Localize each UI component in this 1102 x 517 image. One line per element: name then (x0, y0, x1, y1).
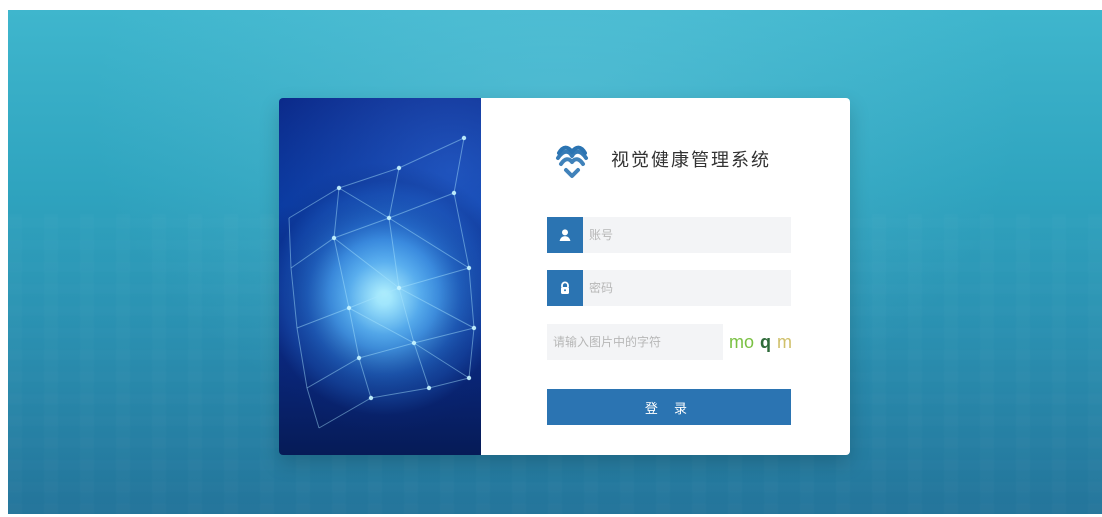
user-icon (559, 229, 571, 241)
login-panel: 视觉健康管理系统 账号 请输入图片中的字符 mo q m 登 录 (481, 98, 850, 455)
brand-header: 视觉健康管理系统 (549, 136, 771, 182)
app-title: 视觉健康管理系统 (611, 150, 771, 171)
heart-logo-icon (556, 145, 588, 178)
captcha-text-part: m (777, 331, 793, 352)
username-input[interactable] (583, 216, 781, 254)
captcha-text-part: mo (729, 331, 755, 352)
username-field[interactable] (547, 216, 791, 254)
password-input[interactable] (583, 269, 781, 307)
captcha-field[interactable] (547, 323, 723, 361)
captcha-text-part: q (760, 331, 772, 352)
login-button[interactable]: 登 录 (547, 389, 791, 425)
lock-icon (561, 281, 569, 294)
login-card: 视觉健康管理系统 账号 请输入图片中的字符 mo q m 登 录 (279, 98, 850, 455)
network-globe-illustration (279, 98, 481, 455)
captcha-input[interactable] (547, 323, 723, 361)
lock-icon-box (547, 270, 583, 306)
network-lines-graphic (284, 135, 481, 429)
captcha-image[interactable]: mo q m (729, 324, 799, 360)
password-field[interactable] (547, 269, 791, 307)
captcha-row: mo q m (547, 323, 807, 361)
user-icon-box (547, 217, 583, 253)
